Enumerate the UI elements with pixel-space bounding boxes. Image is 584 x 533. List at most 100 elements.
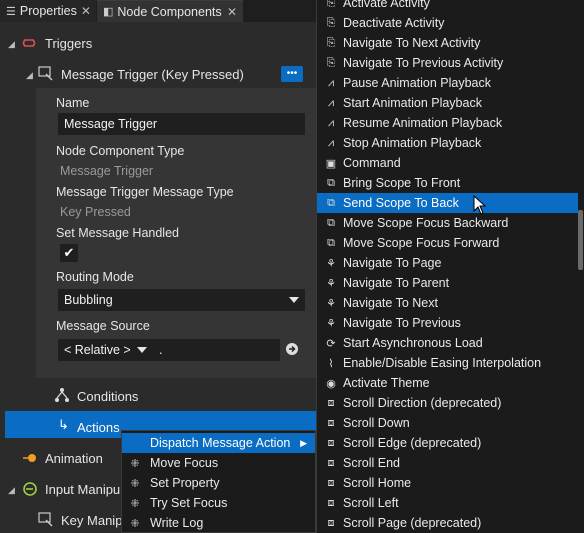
menu-item-move-focus[interactable]: ⁜ Move Focus: [122, 453, 315, 473]
menu-item-label: Navigate To Page: [343, 256, 442, 270]
focus-icon: ⁜: [130, 517, 140, 530]
tree-item-animation[interactable]: Animation: [45, 451, 103, 466]
focus-icon: ⁜: [130, 477, 140, 490]
menu-item-start-animation-playback[interactable]: ⩘ Start Animation Playback: [317, 93, 579, 113]
menu-item-deactivate-activity[interactable]: ⎘ Deactivate Activity: [317, 13, 579, 33]
menu-scrollbar-thumb[interactable]: [578, 210, 583, 270]
menu-item-label: Enable/Disable Easing Interpolation: [343, 356, 542, 370]
menu-item-scroll-left[interactable]: ⧈ Scroll Left: [317, 493, 579, 513]
close-icon[interactable]: ✕: [227, 5, 237, 19]
node-icon: ◧: [103, 6, 114, 18]
menu-item-bring-scope-to-front[interactable]: ⧉ Bring Scope To Front: [317, 173, 579, 193]
activity-icon: ⎘: [326, 36, 336, 49]
message-trigger-icon: [38, 66, 53, 81]
collapse-arrow-icon[interactable]: ◢: [8, 39, 15, 50]
menu-item-enable-disable-easing-interpolation[interactable]: ⌇ Enable/Disable Easing Interpolation: [317, 353, 579, 373]
menu-item-command[interactable]: ▣ Command: [317, 153, 579, 173]
scroll-icon: ⧈: [327, 436, 335, 449]
menu-item-label: Navigate To Previous: [343, 316, 461, 330]
name-input[interactable]: Message Trigger: [58, 113, 305, 135]
menu-item-label: Move Scope Focus Backward: [343, 216, 509, 230]
menu-item-activate-theme[interactable]: ◉ Activate Theme: [317, 373, 579, 393]
scroll-icon: ⧈: [327, 496, 335, 509]
tree-item-input-manipulation[interactable]: Input Manipu: [45, 482, 120, 497]
tree-item-triggers[interactable]: Triggers: [45, 36, 92, 51]
menu-item-scroll-edge-deprecated[interactable]: ⧈ Scroll Edge (deprecated): [317, 433, 579, 453]
menu-item-navigate-to-page[interactable]: ⚘ Navigate To Page: [317, 253, 579, 273]
navigation-icon: ⚘: [326, 317, 336, 330]
navigation-icon: ⚘: [326, 277, 336, 290]
menu-item-write-log[interactable]: ⁜ Write Log: [122, 513, 315, 533]
animation-icon: ⩘: [327, 136, 335, 149]
type-label: Node Component Type: [56, 144, 185, 158]
menu-item-scroll-down[interactable]: ⧈ Scroll Down: [317, 413, 579, 433]
tree-item-conditions[interactable]: Conditions: [77, 389, 138, 404]
menu-item-label: Stop Animation Playback: [343, 136, 482, 150]
theme-icon: ◉: [326, 377, 336, 390]
animation-icon: [23, 454, 36, 462]
menu-item-pause-animation-playback[interactable]: ⩘ Pause Animation Playback: [317, 73, 579, 93]
more-button[interactable]: •••: [281, 66, 303, 82]
tab-properties[interactable]: ☰ Properties ✕: [0, 0, 96, 22]
actions-label: Actions: [77, 420, 120, 435]
menu-item-label: Scroll End: [343, 456, 400, 470]
actions-icon: ↳: [58, 417, 69, 432]
menu-item-scroll-end[interactable]: ⧈ Scroll End: [317, 453, 579, 473]
msg-type-value: Key Pressed: [60, 205, 131, 219]
menu-item-label: Activate Theme: [343, 376, 430, 390]
menu-item-scroll-page-deprecated[interactable]: ⧈ Scroll Page (deprecated): [317, 513, 579, 533]
menu-item-move-scope-focus-backward[interactable]: ⧉ Move Scope Focus Backward: [317, 213, 579, 233]
menu-item-navigate-to-next-activity[interactable]: ⎘ Navigate To Next Activity: [317, 33, 579, 53]
scope-icon: ⧉: [327, 236, 335, 249]
routing-label: Routing Mode: [56, 270, 134, 284]
tab-node-components[interactable]: ◧ Node Components ✕: [97, 0, 243, 22]
routing-dropdown[interactable]: Bubbling: [58, 289, 305, 311]
menu-item-send-scope-to-back[interactable]: ⧉ Send Scope To Back: [317, 193, 579, 213]
menu-item-move-scope-focus-forward[interactable]: ⧉ Move Scope Focus Forward: [317, 233, 579, 253]
menu-item-scroll-home[interactable]: ⧈ Scroll Home: [317, 473, 579, 493]
menu-item-label: Send Scope To Back: [343, 196, 459, 210]
menu-item-start-asynchronous-load[interactable]: ⟳ Start Asynchronous Load: [317, 333, 579, 353]
menu-item-navigate-to-parent[interactable]: ⚘ Navigate To Parent: [317, 273, 579, 293]
menu-item-activate-activity[interactable]: ⎘ Activate Activity: [317, 0, 579, 13]
chevron-down-icon: [289, 297, 299, 303]
animation-icon: ⩘: [327, 76, 335, 89]
scope-icon: ⧉: [327, 176, 335, 189]
close-icon[interactable]: ✕: [81, 4, 91, 18]
menu-item-navigate-to-previous-activity[interactable]: ⎘ Navigate To Previous Activity: [317, 53, 579, 73]
input-icon: [23, 482, 37, 496]
actions-context-menu: Dispatch Message Action ▶ ⁜ Move Focus ⁜…: [121, 430, 316, 533]
handled-checkbox[interactable]: ✔: [60, 244, 78, 262]
menu-item-try-set-focus[interactable]: ⁜ Try Set Focus: [122, 493, 315, 513]
source-path-input[interactable]: .: [153, 339, 280, 361]
menu-item-label: Navigate To Next Activity: [343, 36, 481, 50]
menu-item-stop-animation-playback[interactable]: ⩘ Stop Animation Playback: [317, 133, 579, 153]
collapse-arrow-icon[interactable]: ◢: [26, 70, 33, 81]
triggers-icon: [22, 39, 36, 47]
tab-label: Node Components: [117, 4, 222, 19]
menu-item-navigate-to-previous[interactable]: ⚘ Navigate To Previous: [317, 313, 579, 333]
type-value: Message Trigger: [60, 164, 154, 178]
menu-item-navigate-to-next[interactable]: ⚘ Navigate To Next: [317, 293, 579, 313]
tree-item-key-manipulation[interactable]: Key Manipu: [61, 513, 130, 528]
menu-item-label: Navigate To Next: [343, 296, 438, 310]
activity-icon: ⎘: [326, 0, 336, 9]
refresh-icon[interactable]: [284, 341, 300, 357]
menu-item-scroll-direction-deprecated[interactable]: ⧈ Scroll Direction (deprecated): [317, 393, 579, 413]
menu-item-dispatch-message-action[interactable]: Dispatch Message Action ▶: [122, 433, 315, 453]
conditions-icon: [55, 388, 69, 402]
tab-label: Properties: [19, 4, 77, 18]
menu-item-label: Scroll Down: [343, 416, 410, 430]
menu-item-resume-animation-playback[interactable]: ⩘ Resume Animation Playback: [317, 113, 579, 133]
collapse-arrow-icon[interactable]: ◢: [8, 485, 15, 496]
activity-icon: ⎘: [326, 16, 336, 29]
menu-item-label: Start Animation Playback: [343, 96, 482, 110]
menu-item-label: Scroll Left: [343, 496, 399, 510]
source-dropdown[interactable]: < Relative >: [58, 339, 153, 361]
menu-item-label: Command: [343, 156, 401, 170]
tree-item-message-trigger[interactable]: Message Trigger (Key Pressed): [61, 67, 244, 82]
menu-item-set-property[interactable]: ⁜ Set Property: [122, 473, 315, 493]
scroll-icon: ⧈: [327, 456, 335, 469]
menu-item-label: Start Asynchronous Load: [343, 336, 483, 350]
easing-icon: ⌇: [328, 357, 334, 370]
